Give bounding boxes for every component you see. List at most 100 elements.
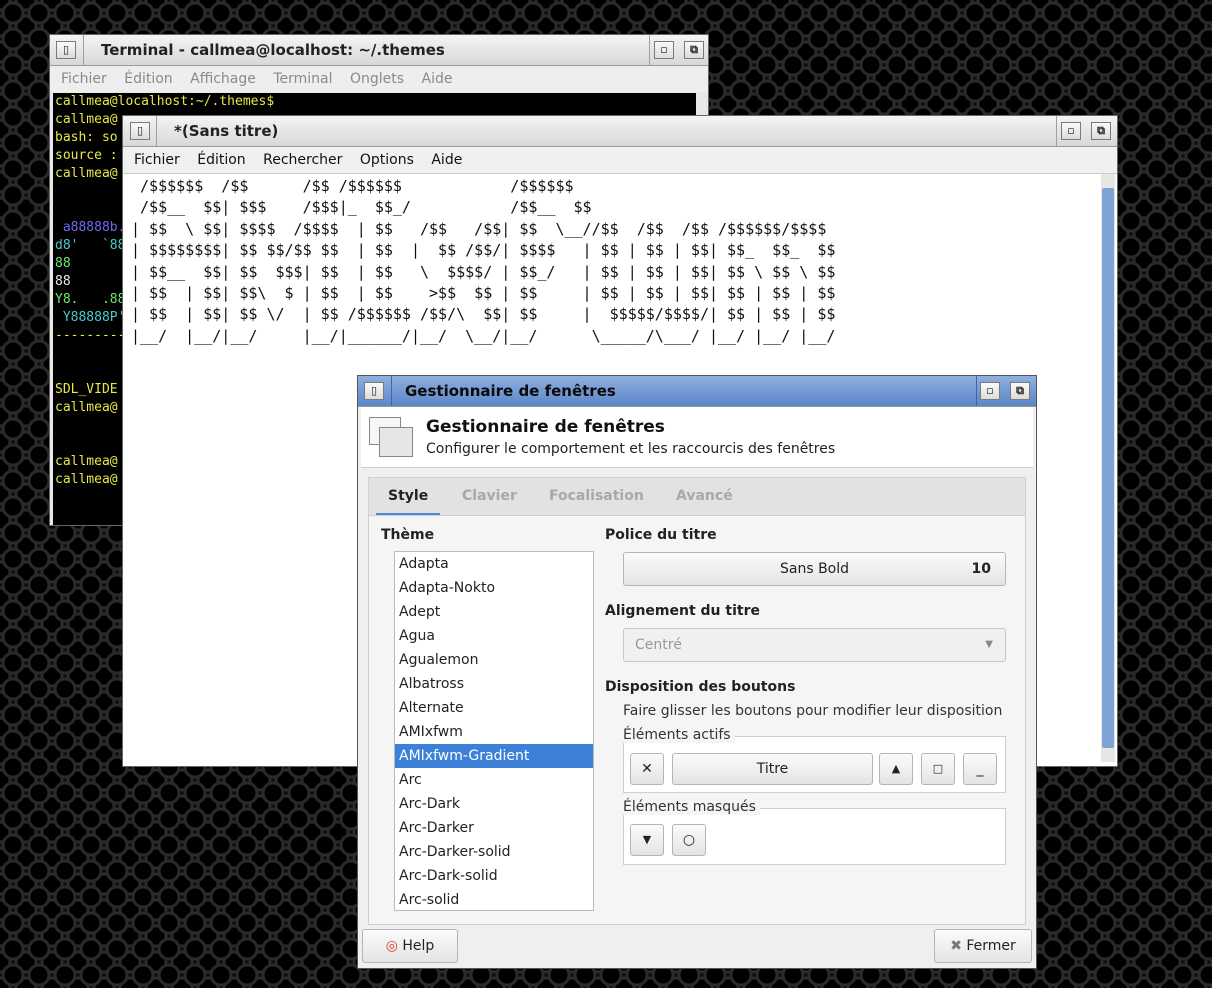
- maximize-icon[interactable]: ⧉: [1091, 122, 1111, 140]
- editor-scrollbar-thumb[interactable]: [1102, 188, 1114, 748]
- terminal-menubar: Fichier Édition Affichage Terminal Ongle…: [50, 66, 708, 92]
- help-button[interactable]: ◎ Help: [362, 929, 458, 963]
- close-button[interactable]: ✖ Fermer: [934, 929, 1032, 963]
- terminal-menu-edition[interactable]: Édition: [124, 71, 172, 87]
- dialog-heading: Gestionnaire de fenêtres: [426, 417, 665, 437]
- terminal-line: callmea@: [55, 400, 118, 415]
- theme-list-item[interactable]: Adept: [395, 600, 593, 624]
- terminal-line: callmea@: [55, 166, 118, 181]
- editor-line: /$$$$$$ /$$ /$$ /$$$$$$ /$$$$$$: [131, 177, 574, 195]
- theme-list-item[interactable]: Arc-Darker: [395, 816, 593, 840]
- theme-list-item[interactable]: Arc-Darker-solid: [395, 840, 593, 864]
- editor-line: /$$__ $$| $$$ /$$$|_ $$_/ /$$__ $$: [131, 198, 592, 217]
- editor-menubar: Fichier Édition Rechercher Options Aide: [123, 147, 1117, 174]
- minimize-icon[interactable]: _: [963, 753, 997, 785]
- theme-list-item[interactable]: Albatross: [395, 672, 593, 696]
- editor-line: | $$ | $$| $$ \/ | $$ /$$$$$$ /$$/\ $$| …: [131, 305, 836, 324]
- tab-focalisation[interactable]: Focalisation: [549, 478, 644, 516]
- hidden-elements-label: Éléments masqués: [623, 799, 760, 815]
- theme-list[interactable]: Adapta Adapta-Nokto Adept Agua Agualemon Alba…: [394, 551, 594, 911]
- theme-list-item[interactable]: Adapta: [395, 552, 593, 576]
- terminal-line: bash: so: [55, 130, 118, 145]
- theme-list-item[interactable]: Arc-solid: [395, 888, 593, 910]
- editor-menu-options[interactable]: Options: [360, 152, 414, 168]
- title-font-button[interactable]: Sans Bold 10: [623, 552, 1006, 586]
- help-button-label: Help: [402, 938, 435, 954]
- terminal-menu-fichier[interactable]: Fichier: [61, 71, 107, 87]
- tab-avance[interactable]: Avancé: [676, 478, 733, 516]
- terminal-title: Terminal - callmea@localhost: ~/.themes: [101, 41, 445, 59]
- editor-title: *(Sans titre): [174, 122, 279, 140]
- terminal-line: Y8. .88: [55, 292, 126, 307]
- hidden-elements-frame: ▼ ○: [623, 808, 1006, 865]
- editor-titlebar[interactable]: ▯ *(Sans titre) ▫ ⧉: [123, 116, 1117, 147]
- minimize-icon[interactable]: ▫: [980, 382, 1000, 400]
- theme-label: Thème: [381, 527, 435, 543]
- editor-menu-aide[interactable]: Aide: [431, 152, 462, 168]
- maximize-icon[interactable]: □: [921, 753, 955, 785]
- title-font-size: 10: [971, 561, 991, 577]
- dialog-subheading: Configurer le comportement et les raccou…: [426, 441, 836, 457]
- active-elements-frame: ✕ Titre ▲ □ _: [623, 736, 1006, 793]
- terminal-menu-onglets[interactable]: Onglets: [350, 71, 404, 87]
- settings-tabs: Style Clavier Focalisation Avancé: [368, 477, 1026, 516]
- editor-line: | $$__ $$| $$ $$$| $$ | $$ \ $$$$/ | $$_…: [131, 262, 836, 281]
- window-menu-icon[interactable]: ▯: [130, 122, 150, 140]
- theme-list-item[interactable]: Arc-Dark: [395, 792, 593, 816]
- theme-list-item[interactable]: AMIxfwm: [395, 720, 593, 744]
- active-title-button[interactable]: Titre: [672, 753, 873, 785]
- style-panel: Thème Adapta Adapta-Nokto Adept Agua Agualem…: [368, 515, 1026, 925]
- terminal-line: callmea@localhost:~/.themes$: [55, 94, 275, 109]
- theme-list-item[interactable]: Arc: [395, 768, 593, 792]
- theme-list-item[interactable]: Alternate: [395, 696, 593, 720]
- terminal-line: 88: [55, 274, 71, 289]
- terminal-line: callmea@: [55, 454, 118, 469]
- terminal-line: source :: [55, 148, 118, 163]
- terminal-menu-aide[interactable]: Aide: [422, 71, 453, 87]
- minimize-icon[interactable]: ▫: [1061, 122, 1081, 140]
- theme-list-item[interactable]: Agua: [395, 624, 593, 648]
- editor-line: | $$ \ $$| $$$$ /$$$$ | $$ /$$ /$$| $$ \…: [131, 219, 827, 238]
- maximize-icon[interactable]: ⧉: [1010, 382, 1030, 400]
- editor-menu-fichier[interactable]: Fichier: [134, 152, 180, 168]
- terminal-menu-affichage[interactable]: Affichage: [190, 71, 256, 87]
- title-align-select[interactable]: Centré ▼: [623, 628, 1006, 662]
- close-x-icon: ✖: [950, 938, 962, 954]
- editor-menu-edition[interactable]: Édition: [197, 152, 245, 168]
- close-button-label: Fermer: [966, 938, 1016, 954]
- tab-style[interactable]: Style: [376, 478, 441, 516]
- buttons-layout-hint: Faire glisser les boutons pour modifier …: [623, 703, 1003, 719]
- window-menu-icon[interactable]: ▯: [56, 41, 76, 59]
- title-align-value: Centré: [635, 637, 682, 653]
- wm-window-title: Gestionnaire de fenêtres: [405, 382, 616, 400]
- shade-icon[interactable]: ▲: [879, 753, 913, 785]
- close-icon[interactable]: ✕: [630, 753, 664, 785]
- theme-list-item[interactable]: Arc-Dark-solid: [395, 864, 593, 888]
- editor-line: |__/ |__/|__/ |__/|______/|__/ \__/|__/ …: [131, 326, 836, 345]
- theme-list-item[interactable]: Agualemon: [395, 648, 593, 672]
- window-menu-icon[interactable]: ▯: [364, 382, 384, 400]
- title-font-label: Police du titre: [605, 527, 717, 543]
- theme-list-item[interactable]: Adapta-Nokto: [395, 576, 593, 600]
- terminal-titlebar[interactable]: ▯ Terminal - callmea@localhost: ~/.theme…: [50, 35, 708, 66]
- wm-settings-dialog[interactable]: ▯ Gestionnaire de fenêtres ▫ ⧉ Gestionna…: [357, 375, 1037, 969]
- help-lifebuoy-icon: ◎: [385, 938, 398, 954]
- maximize-icon[interactable]: ⧉: [684, 41, 704, 59]
- terminal-line: 88: [55, 256, 71, 271]
- minimize-icon[interactable]: ▫: [654, 41, 674, 59]
- editor-scrollbar[interactable]: [1101, 174, 1115, 762]
- theme-list-item[interactable]: AMIxfwm-Gradient: [395, 744, 593, 768]
- terminal-menu-terminal[interactable]: Terminal: [273, 71, 332, 87]
- terminal-line: callmea@: [55, 112, 118, 127]
- terminal-line: SDL_VIDE: [55, 382, 118, 397]
- window-manager-icon: [369, 417, 413, 459]
- wm-titlebar[interactable]: ▯ Gestionnaire de fenêtres ▫ ⧉: [358, 376, 1036, 407]
- menu-down-icon[interactable]: ▼: [630, 824, 664, 856]
- editor-line: | $$ | $$| $$\ $ | $$ | $$ >$$ $$ | $$ |…: [131, 284, 836, 303]
- buttons-layout-label: Disposition des boutons: [605, 679, 796, 695]
- tab-clavier[interactable]: Clavier: [462, 478, 517, 516]
- terminal-line: callmea@: [55, 472, 118, 487]
- terminal-line: ---------: [55, 328, 126, 343]
- editor-menu-rechercher[interactable]: Rechercher: [263, 152, 342, 168]
- stick-icon[interactable]: ○: [672, 824, 706, 856]
